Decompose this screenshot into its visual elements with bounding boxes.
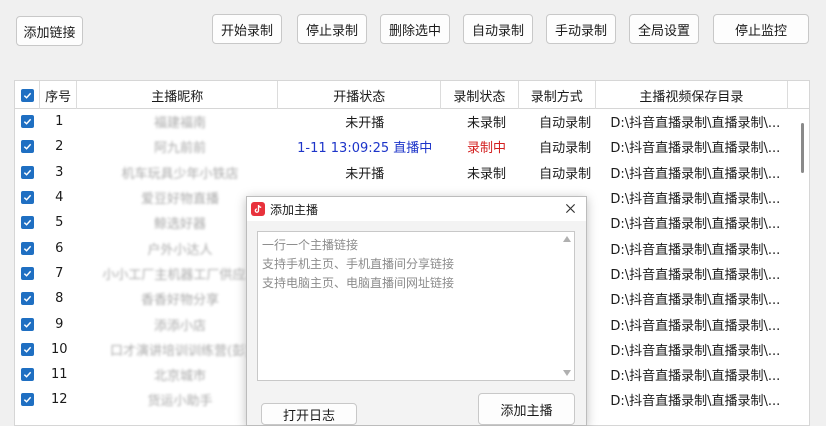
open-log-button[interactable]: 打开日志 [261, 403, 357, 425]
placeholder-line: 支持电脑主页、电脑直播间网址链接 [262, 276, 455, 290]
row-checkbox[interactable] [15, 210, 41, 235]
textarea-scrollbar[interactable] [560, 232, 574, 380]
row-save-dir: D:\抖音直播录制\直播录制\... [610, 242, 781, 258]
delete-selected-button[interactable]: 删除选中 [380, 14, 450, 44]
checkbox-checked-icon [21, 368, 35, 382]
header-record-status[interactable]: 录制状态 [441, 81, 519, 109]
row-checkbox[interactable] [15, 235, 41, 260]
stop-record-button[interactable]: 停止录制 [297, 14, 367, 44]
auto-record-button[interactable]: 自动录制 [463, 14, 533, 44]
table-scrollbar[interactable] [797, 109, 809, 425]
add-anchor-dialog: 添加主播 一行一个主播链接 支持手机主页、手机直播间分享链接 支持电脑主页、电脑… [246, 196, 587, 426]
row-checkbox[interactable] [15, 337, 41, 362]
header-nickname[interactable]: 主播昵称 [77, 81, 279, 109]
douyin-app-icon [251, 202, 265, 216]
row-save-dir: D:\抖音直播录制\直播录制\... [610, 343, 781, 359]
placeholder-line: 一行一个主播链接 [262, 238, 359, 252]
row-checkbox[interactable] [15, 160, 41, 185]
placeholder-line: 支持手机主页、手机直播间分享链接 [262, 257, 455, 271]
scroll-up-icon[interactable] [563, 236, 571, 242]
row-nickname: 机车玩具少年小铁店 [121, 166, 239, 182]
row-save-dir: D:\抖音直播录制\直播录制\... [610, 141, 781, 157]
row-save-dir: D:\抖音直播录制\直播录制\... [610, 192, 781, 208]
checkbox-checked-icon [21, 292, 35, 306]
scrollbar-thumb[interactable] [801, 123, 804, 173]
row-index: 12 [50, 392, 68, 408]
scroll-down-icon[interactable] [563, 370, 571, 376]
table-row[interactable]: 3 机车玩具少年小铁店 未开播 未录制 自动录制 D:\抖音直播录制\直播录制\... [15, 160, 799, 185]
header-index[interactable]: 序号 [40, 81, 78, 109]
header-record-mode[interactable]: 录制方式 [519, 81, 597, 109]
row-record-mode: 自动录制 [539, 141, 592, 157]
anchor-links-textarea[interactable]: 一行一个主播链接 支持手机主页、手机直播间分享链接 支持电脑主页、电脑直播间网址… [257, 231, 575, 381]
add-anchor-button[interactable]: 添加主播 [478, 393, 575, 425]
row-save-dir: D:\抖音直播录制\直播录制\... [610, 217, 781, 233]
checkbox-checked-icon [20, 88, 34, 102]
select-all-checkbox[interactable] [15, 81, 41, 109]
start-record-button[interactable]: 开始录制 [212, 14, 282, 44]
row-index: 7 [55, 265, 64, 281]
row-index: 4 [55, 190, 64, 206]
row-checkbox[interactable] [15, 185, 41, 210]
row-checkbox[interactable] [15, 134, 41, 159]
row-nickname: 福建福南 [154, 116, 207, 132]
row-record-status: 录制中 [467, 141, 507, 157]
row-save-dir: D:\抖音直播录制\直播录制\... [610, 394, 781, 410]
row-checkbox[interactable] [15, 387, 41, 412]
row-save-dir: D:\抖音直播录制\直播录制\... [610, 267, 781, 283]
row-index: 10 [50, 341, 68, 357]
table-row[interactable]: 2 阿九前前 1-11 13:09:25 直播中 录制中 自动录制 D:\抖音直播录制\直… [15, 134, 799, 159]
row-index: 9 [55, 316, 64, 332]
checkbox-checked-icon [21, 266, 35, 280]
header-spacer [788, 81, 809, 109]
row-live-status: 未开播 [345, 166, 385, 182]
close-icon[interactable] [562, 200, 578, 216]
row-save-dir: D:\抖音直播录制\直播录制\... [610, 318, 781, 334]
row-nickname: 阿九前前 [154, 141, 207, 157]
row-checkbox[interactable] [15, 109, 41, 134]
row-index: 8 [55, 291, 64, 307]
row-index: 6 [55, 240, 64, 256]
dialog-title: 添加主播 [270, 202, 319, 217]
row-index: 2 [55, 139, 64, 155]
row-live-status: 1-11 13:09:25 直播中 [297, 141, 433, 157]
checkbox-checked-icon [21, 191, 35, 205]
row-save-dir: D:\抖音直播录制\直播录制\... [610, 369, 781, 385]
header-save-dir[interactable]: 主播视频保存目录 [596, 81, 788, 109]
add-link-button[interactable]: 添加链接 [16, 16, 83, 46]
row-save-dir: D:\抖音直播录制\直播录制\... [610, 166, 781, 182]
checkbox-checked-icon [21, 317, 35, 331]
checkbox-checked-icon [21, 342, 35, 356]
row-save-dir: D:\抖音直播录制\直播录制\... [610, 293, 781, 309]
checkbox-checked-icon [21, 165, 35, 179]
row-index: 5 [55, 215, 64, 231]
row-index: 1 [55, 114, 64, 130]
checkbox-checked-icon [21, 393, 35, 407]
dialog-titlebar: 添加主播 [247, 197, 586, 221]
checkbox-checked-icon [21, 216, 35, 230]
row-record-mode: 自动录制 [539, 166, 592, 182]
row-live-status: 未开播 [345, 116, 385, 132]
table-row[interactable]: 1 福建福南 未开播 未录制 自动录制 D:\抖音直播录制\直播录制\... [15, 109, 799, 134]
row-checkbox[interactable] [15, 286, 41, 311]
checkbox-checked-icon [21, 241, 35, 255]
stop-monitor-button[interactable]: 停止监控 [713, 14, 809, 44]
table-header: 序号 主播昵称 开播状态 录制状态 录制方式 主播视频保存目录 [15, 81, 809, 109]
row-checkbox[interactable] [15, 362, 41, 387]
row-checkbox[interactable] [15, 311, 41, 336]
header-live-status[interactable]: 开播状态 [278, 81, 442, 109]
row-record-status: 未录制 [467, 116, 507, 132]
row-save-dir: D:\抖音直播录制\直播录制\... [610, 116, 781, 132]
row-index: 3 [55, 164, 64, 180]
row-record-status: 未录制 [467, 166, 507, 182]
row-checkbox[interactable] [15, 261, 41, 286]
manual-record-button[interactable]: 手动录制 [546, 14, 616, 44]
checkbox-checked-icon [21, 140, 35, 154]
row-record-mode: 自动录制 [539, 116, 592, 132]
row-index: 11 [50, 367, 68, 383]
global-settings-button[interactable]: 全局设置 [629, 14, 699, 44]
checkbox-checked-icon [21, 115, 35, 129]
